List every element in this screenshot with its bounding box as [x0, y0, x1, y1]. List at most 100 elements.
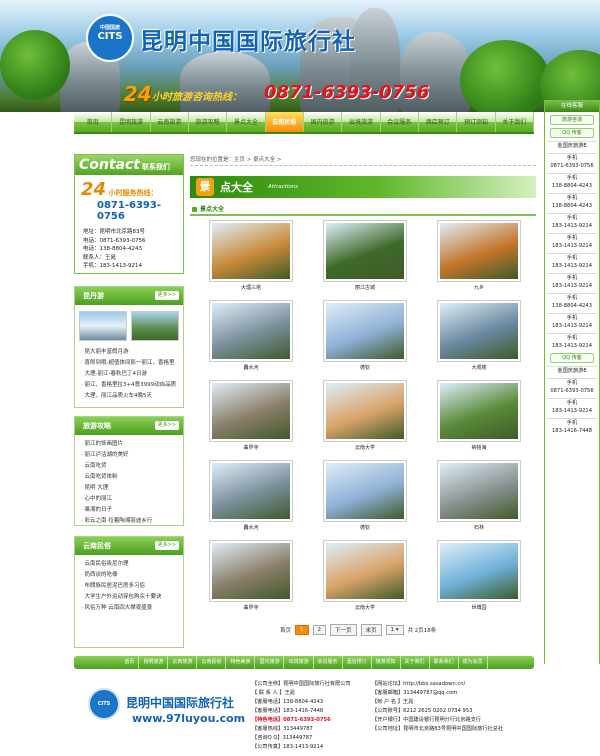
spot-card[interactable]: 云南大学	[308, 380, 422, 459]
spot-card[interactable]: 德钦	[308, 300, 422, 379]
pager-page-1[interactable]: 1	[295, 625, 309, 635]
spot-name[interactable]: 大观楼	[422, 364, 536, 371]
spot-image[interactable]	[209, 300, 293, 362]
spot-image[interactable]	[437, 540, 521, 602]
pager-select[interactable]: 1 ▾	[385, 625, 404, 635]
spot-name[interactable]: 云南大学	[308, 604, 422, 611]
spot-card[interactable]: 轟水河	[194, 300, 308, 379]
consult-button[interactable]: 旅游咨询	[550, 115, 594, 125]
spot-image[interactable]	[437, 460, 521, 522]
list-item[interactable]: 云南吃货体制	[81, 472, 183, 483]
nav-item[interactable]: 关于我们	[496, 112, 534, 132]
pager-last[interactable]: 末页	[360, 624, 382, 636]
spot-card[interactable]: 世博园	[422, 540, 536, 619]
list-item[interactable]: 心中的丽江	[81, 494, 183, 505]
list-item[interactable]: 大理-丽江-春秋巴丁4日游	[81, 369, 183, 380]
spot-image[interactable]	[209, 220, 293, 282]
spot-name[interactable]: 曲界寺	[194, 604, 308, 611]
spot-name[interactable]: 世博园	[422, 604, 536, 611]
spot-image[interactable]	[209, 540, 293, 602]
nav-item[interactable]: 会议服务	[381, 112, 419, 132]
nav-item[interactable]: 国内旅游	[304, 112, 343, 132]
nav-item[interactable]: 景点大全	[227, 112, 266, 132]
list-item[interactable]: 大理，丽江品质火车4晚5天	[81, 391, 183, 402]
spot-card[interactable]: 轟水河	[194, 460, 308, 539]
list-item[interactable]: 昆大丽丰富假月游	[81, 347, 183, 358]
list-item[interactable]: 奶西谈的吃傣	[81, 570, 183, 581]
cits-logo[interactable]: 中国国旅 CITS	[86, 14, 134, 62]
list-item[interactable]: 昆明 大理	[81, 483, 183, 494]
spot-card[interactable]: 九乡	[422, 220, 536, 299]
footer-nav-item[interactable]: 会议服务	[314, 656, 343, 669]
footer-nav-item[interactable]: 国内旅游	[255, 656, 285, 669]
nav-item[interactable]: 旅游攻略	[189, 112, 228, 132]
spot-image[interactable]	[209, 460, 293, 522]
nav-item[interactable]: 昆明旅游	[112, 112, 151, 132]
spot-name[interactable]: 纳帕海	[422, 444, 536, 451]
footer-nav-item[interactable]: 特色美食	[226, 656, 256, 669]
spot-name[interactable]: 石林	[422, 524, 536, 531]
spot-card[interactable]: 曲界寺	[194, 540, 308, 619]
spot-card[interactable]: 纳帕海	[422, 380, 536, 459]
spot-image[interactable]	[437, 380, 521, 442]
nav-item[interactable]: 云南旅游	[151, 112, 189, 132]
footer-nav-item[interactable]: 关于我们	[401, 656, 430, 669]
more-link[interactable]: 更多>>	[154, 291, 179, 300]
footer-nav-item[interactable]: 云南旅游	[168, 656, 198, 669]
nav-item[interactable]: 酒店预订	[419, 112, 458, 132]
list-item[interactable]: 风俗万种 云南四大撵夜盛景	[81, 603, 183, 614]
spot-card[interactable]: 德钦	[308, 460, 422, 539]
qq-button[interactable]: QQ 传客	[550, 128, 594, 138]
spot-name[interactable]: 大理三塔	[194, 284, 308, 291]
spot-image[interactable]	[323, 220, 407, 282]
pager-home[interactable]: 首页	[280, 626, 291, 634]
nav-item[interactable]: 出境旅游	[342, 112, 381, 132]
spot-card[interactable]: 曲界寺	[194, 380, 308, 459]
spot-name[interactable]: 云南大学	[308, 444, 422, 451]
list-item[interactable]: 喜郎到哦-超值体间影一丽江，香格里	[81, 358, 183, 369]
footer-logo[interactable]: CITS	[88, 688, 120, 720]
footer-nav-item[interactable]: 云南民俗	[197, 656, 227, 669]
footer-nav-item[interactable]: 出境旅游	[284, 656, 314, 669]
list-item[interactable]: 布朗族民居泥巴房多习俗	[81, 581, 183, 592]
tour-thumb-image[interactable]	[131, 311, 179, 341]
spot-name[interactable]: 德钦	[308, 364, 422, 371]
nav-item[interactable]: 云南民俗	[265, 112, 304, 132]
spot-name[interactable]: 曲界寺	[194, 444, 308, 451]
list-item[interactable]: 丽江，香格里拉3+4意3999动自品质	[81, 380, 183, 391]
spot-card[interactable]: 大观楼	[422, 300, 536, 379]
spot-name[interactable]: 德钦	[308, 524, 422, 531]
spot-image[interactable]	[209, 380, 293, 442]
spot-card[interactable]: 云南大学	[308, 540, 422, 619]
spot-image[interactable]	[323, 300, 407, 362]
footer-nav-item[interactable]: 成为会员	[459, 656, 488, 669]
list-item[interactable]: 云南吃货	[81, 461, 183, 472]
spot-name[interactable]: 轟水河	[194, 364, 308, 371]
spot-card[interactable]: 大理三塔	[194, 220, 308, 299]
pager-next[interactable]: 下一页	[330, 624, 357, 636]
footer-nav-item[interactable]: 昆明旅游	[139, 656, 169, 669]
spot-image[interactable]	[323, 540, 407, 602]
list-item[interactable]: 云南民俗吸尼尔理	[81, 559, 183, 570]
spot-image[interactable]	[323, 460, 407, 522]
footer-nav-item[interactable]: 联系我们	[430, 656, 459, 669]
nav-item[interactable]: 首页	[74, 112, 113, 132]
pager-page-2[interactable]: 2	[312, 625, 327, 635]
qq-button[interactable]: QQ 传客	[550, 353, 594, 363]
list-item[interactable]: 乘湘的日子	[81, 505, 183, 516]
spot-card[interactable]: 石林	[422, 460, 536, 539]
spot-image[interactable]	[323, 380, 407, 442]
spot-image[interactable]	[437, 300, 521, 362]
footer-nav-item[interactable]: 旅游须知	[372, 656, 401, 669]
nav-item[interactable]: 预订须知	[457, 112, 496, 132]
spot-name[interactable]: 丽江古城	[308, 284, 422, 291]
spot-image[interactable]	[437, 220, 521, 282]
list-item[interactable]: 大学生户外运动穿包购买十要诀	[81, 592, 183, 603]
spot-name[interactable]: 轟水河	[194, 524, 308, 531]
tour-thumb-image[interactable]	[79, 311, 127, 341]
footer-nav-item[interactable]: 酒店预订	[343, 656, 372, 669]
list-item[interactable]: 彩云之南 拉着陶湘丽迪乡行	[81, 516, 183, 527]
footer-nav-item[interactable]: 首页	[120, 656, 140, 669]
spot-card[interactable]: 丽江古城	[308, 220, 422, 299]
list-item[interactable]: 丽江的饰画图片	[81, 439, 183, 450]
